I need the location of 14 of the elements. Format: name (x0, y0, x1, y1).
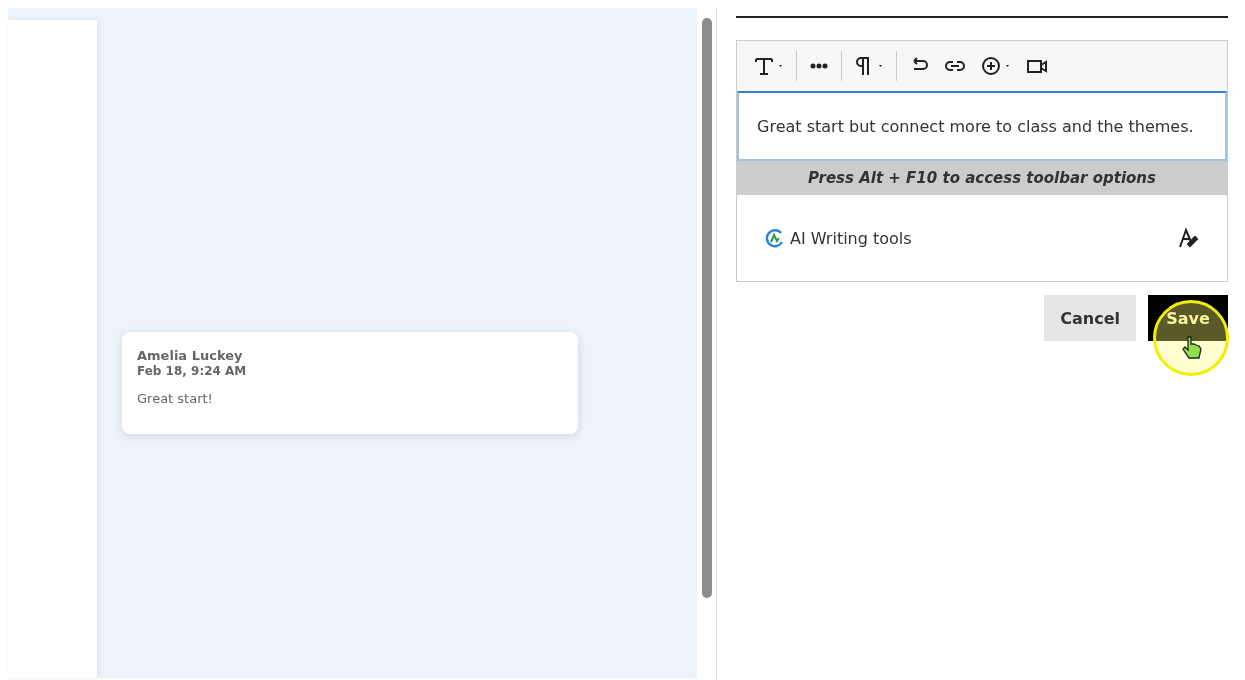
feedback-field[interactable]: Great start but connect more to class and the themes. (737, 91, 1227, 161)
save-button[interactable]: Save (1148, 295, 1228, 341)
hand-pointer-icon (1182, 335, 1202, 361)
toolbar-hint: Press Alt + F10 to access toolbar options (737, 161, 1227, 195)
text-format-icon[interactable] (753, 55, 785, 77)
comment-author: Amelia Luckey (137, 348, 244, 363)
ai-writing-label[interactable]: AI Writing tools (790, 228, 912, 248)
pen-icon[interactable] (1177, 227, 1199, 249)
ai-writing-icon (765, 228, 785, 248)
add-icon[interactable] (980, 55, 1012, 77)
cancel-button[interactable]: Cancel (1044, 295, 1136, 341)
paragraph-icon[interactable] (853, 55, 885, 77)
comment-time: Feb 18, 9:24 AM (137, 364, 248, 378)
comment-text: Great start! (137, 391, 214, 406)
